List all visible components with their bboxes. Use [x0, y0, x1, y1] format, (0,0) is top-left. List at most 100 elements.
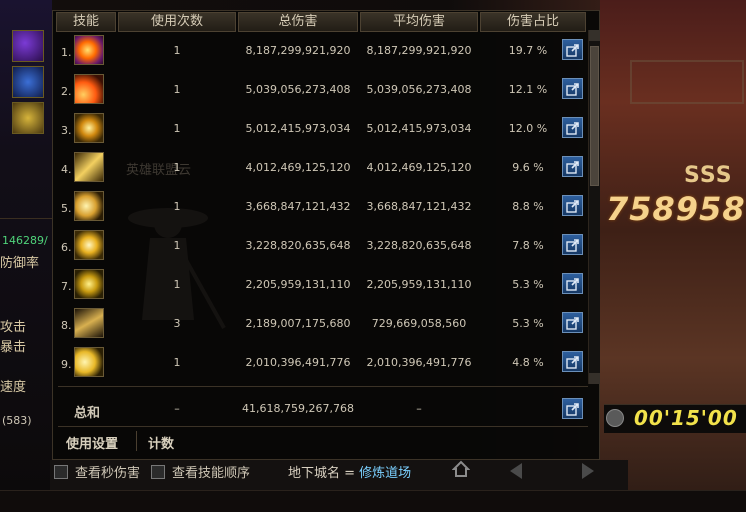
home-icon[interactable] — [451, 460, 471, 482]
triple-slash-skill-icon[interactable] — [74, 347, 104, 377]
buff-icon — [12, 66, 44, 98]
total-uses: – — [174, 402, 180, 415]
dps-checkbox-label[interactable]: 查看秒伤害 — [75, 462, 140, 481]
row-uses: 1 — [173, 356, 181, 369]
row-total-damage: 3,228,820,635,648 — [245, 239, 351, 252]
bottom-skill-bar — [0, 490, 746, 512]
row-index: 4. — [61, 163, 72, 176]
row-total-damage: 4,012,469,125,120 — [245, 161, 351, 174]
header-uses: 使用次数 — [118, 12, 236, 32]
hp-value: 146289/ — [2, 234, 48, 247]
share-button[interactable] — [562, 234, 583, 255]
scroll-thumb[interactable] — [590, 46, 599, 186]
stat-label-speed: 速度 — [0, 380, 27, 395]
flame-burst-skill-icon[interactable] — [74, 74, 104, 104]
row-uses: 1 — [173, 278, 181, 291]
share-button[interactable] — [562, 312, 583, 333]
footer-separator — [58, 426, 588, 427]
divider — [0, 218, 52, 219]
timer-toggle-button[interactable] — [606, 409, 624, 427]
scroll-up-arrow-icon[interactable] — [589, 30, 600, 41]
star-burst-skill-icon[interactable] — [74, 230, 104, 260]
row-avg-damage: 8,187,299,921,920 — [366, 44, 472, 57]
row-avg-damage: 2,010,396,491,776 — [366, 356, 472, 369]
row-index: 6. — [61, 241, 72, 254]
row-total-damage: 2,010,396,491,776 — [245, 356, 351, 369]
stat-label-attack: 攻击 — [0, 320, 27, 335]
row-avg-damage: 5,039,056,273,408 — [366, 83, 472, 96]
row-avg-damage: 4,012,469,125,120 — [366, 161, 472, 174]
stat-bottom: (583) — [2, 414, 32, 427]
crescent-skill-icon[interactable] — [74, 269, 104, 299]
header-damage-share: 伤害占比 — [480, 12, 586, 32]
row-index: 3. — [61, 124, 72, 137]
row-damage-share: 12.0 % — [508, 122, 548, 135]
next-arrow-icon[interactable] — [582, 463, 594, 479]
header-total-damage: 总伤害 — [238, 12, 358, 32]
row-avg-damage: 3,228,820,635,648 — [366, 239, 472, 252]
row-total-damage: 2,189,007,175,680 — [245, 317, 351, 330]
explosion-skill-icon[interactable] — [74, 35, 104, 65]
header-skill: 技能 — [56, 12, 116, 32]
buff-icon — [12, 30, 44, 62]
share-button[interactable] — [562, 39, 583, 60]
share-button[interactable] — [562, 273, 583, 294]
row-damage-share: 19.7 % — [508, 44, 548, 57]
total-avg: – — [416, 402, 422, 415]
skill-order-checkbox-label[interactable]: 查看技能顺序 — [172, 462, 250, 481]
total-damage: 41,618,759,267,768 — [242, 402, 354, 415]
row-uses: 1 — [173, 44, 181, 57]
share-button[interactable] — [562, 351, 583, 372]
row-damage-share: 4.8 % — [512, 356, 544, 369]
location-prefix: 地下城名 = — [288, 466, 360, 481]
row-uses: 1 — [173, 200, 181, 213]
row-total-damage: 2,205,959,131,110 — [245, 278, 351, 291]
share-button[interactable] — [562, 117, 583, 138]
row-avg-damage: 729,669,058,560 — [371, 317, 467, 330]
row-index: 1. — [61, 46, 72, 59]
row-uses: 1 — [173, 83, 181, 96]
dungeon-structure — [630, 60, 744, 104]
scrollbar[interactable] — [588, 30, 600, 384]
total-separator — [58, 386, 588, 387]
row-index: 2. — [61, 85, 72, 98]
dps-checkbox[interactable] — [54, 465, 68, 479]
stat-label-crit: 暴击 — [0, 340, 27, 355]
total-label: 总和 — [74, 406, 101, 421]
prev-arrow-icon[interactable] — [510, 463, 522, 479]
row-avg-damage: 3,668,847,121,432 — [366, 200, 472, 213]
row-avg-damage: 2,205,959,131,110 — [366, 278, 472, 291]
blade-flow-skill-icon[interactable] — [74, 308, 104, 338]
header-avg-damage: 平均伤害 — [360, 12, 478, 32]
scroll-down-arrow-icon[interactable] — [589, 373, 600, 384]
dungeon-timer: 00'15'00 — [634, 406, 738, 430]
row-uses: 1 — [173, 239, 181, 252]
share-button[interactable] — [562, 78, 583, 99]
sword-strike-skill-icon[interactable] — [74, 152, 104, 182]
row-index: 5. — [61, 202, 72, 215]
game-scene: 146289/ 防御率 攻击 暴击 速度 (583) SSS 758958 00… — [0, 0, 746, 512]
share-total-button[interactable] — [562, 398, 583, 419]
row-damage-share: 8.8 % — [512, 200, 544, 213]
whirl-slash-skill-icon[interactable] — [74, 113, 104, 143]
share-button[interactable] — [562, 156, 583, 177]
rank-text: SSS — [684, 163, 733, 188]
buff-icon — [12, 102, 44, 134]
row-damage-share: 9.6 % — [512, 161, 544, 174]
row-total-damage: 8,187,299,921,920 — [245, 44, 351, 57]
row-damage-share: 7.8 % — [512, 239, 544, 252]
row-uses: 3 — [173, 317, 181, 330]
left-hud: 146289/ 防御率 攻击 暴击 速度 (583) — [0, 0, 52, 512]
row-uses: 1 — [173, 122, 181, 135]
location-name: 修炼道场 — [359, 466, 412, 481]
tab-usage-settings[interactable]: 使用设置 — [66, 433, 118, 452]
row-uses: 1 — [173, 161, 181, 174]
dungeon-location: 地下城名 = 修炼道场 — [288, 462, 411, 481]
share-button[interactable] — [562, 195, 583, 216]
stat-label-defense: 防御率 — [0, 256, 40, 271]
wave-slash-skill-icon[interactable] — [74, 191, 104, 221]
tab-count[interactable]: 计数 — [148, 433, 174, 452]
skill-order-checkbox[interactable] — [151, 465, 165, 479]
row-damage-share: 12.1 % — [508, 83, 548, 96]
row-total-damage: 5,012,415,973,034 — [245, 122, 351, 135]
